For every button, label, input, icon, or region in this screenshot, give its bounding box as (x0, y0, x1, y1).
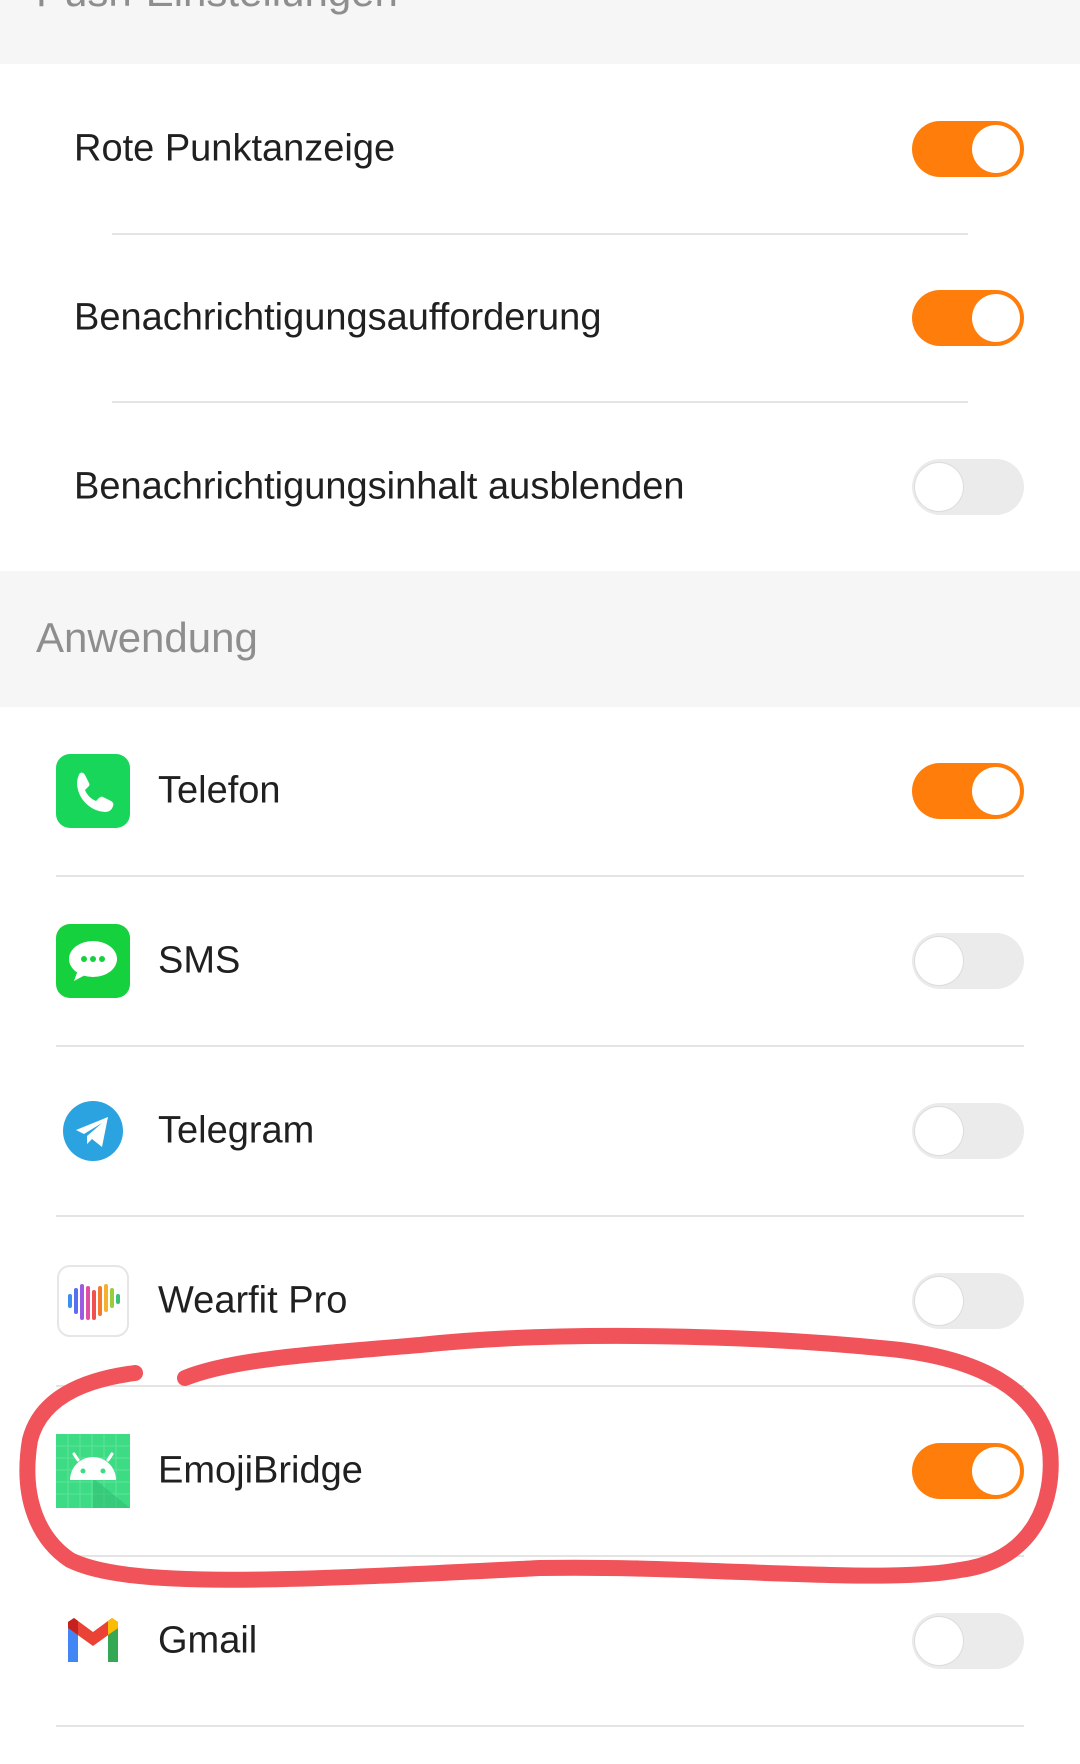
row-divider (56, 1725, 1024, 1727)
toggle-knob (915, 937, 963, 985)
sms-icon (56, 924, 130, 998)
toggle-switch[interactable] (912, 1613, 1024, 1669)
setting-row-hide-content[interactable]: Benachrichtigungsinhalt ausblenden (0, 403, 1080, 571)
app-label: EmojiBridge (158, 1449, 363, 1492)
toggle-knob (972, 294, 1020, 342)
setting-label: Benachrichtigungsinhalt ausblenden (74, 465, 685, 508)
app-section-header: Anwendung (0, 571, 1080, 707)
setting-label: Rote Punktanzeige (74, 127, 396, 169)
toggle-knob (972, 1447, 1020, 1495)
app-label: Telefon (158, 769, 281, 812)
app-label: SMS (158, 939, 241, 982)
setting-row-notification-prompt[interactable]: Benachrichtigungsaufforderung (0, 235, 1080, 401)
app-row-emojibridge[interactable]: EmojiBridge (0, 1387, 1080, 1555)
android-icon (56, 1434, 130, 1508)
app-row-telefon[interactable]: Telefon (0, 707, 1080, 875)
toggle-switch[interactable] (912, 120, 1024, 177)
telegram-icon (56, 1094, 130, 1168)
app-row-telegram[interactable]: Telegram (0, 1047, 1080, 1215)
toggle-knob (972, 124, 1020, 173)
app-row-gmail[interactable]: Gmail (0, 1557, 1080, 1725)
gmail-icon (56, 1604, 130, 1678)
toggle-knob (915, 1277, 963, 1325)
toggle-switch[interactable] (912, 459, 1024, 515)
section-title-push: Push-Einstellungen (36, 0, 398, 16)
app-label: Telegram (158, 1109, 315, 1152)
toggle-switch[interactable] (912, 763, 1024, 819)
phone-icon (56, 754, 130, 828)
push-settings-header: Push-Einstellungen (0, 0, 1080, 64)
app-row-wearfit[interactable]: Wearfit Pro (0, 1217, 1080, 1385)
toggle-switch[interactable] (912, 1273, 1024, 1329)
app-row-sms[interactable]: SMS (0, 877, 1080, 1045)
setting-label: Benachrichtigungsaufforderung (74, 296, 602, 339)
section-title-apps: Anwendung (36, 614, 258, 661)
toggle-switch[interactable] (912, 1103, 1024, 1159)
toggle-switch[interactable] (912, 933, 1024, 989)
toggle-knob (915, 1617, 963, 1665)
toggle-knob (915, 463, 963, 511)
app-label: Gmail (158, 1619, 258, 1662)
toggle-knob (915, 1107, 963, 1155)
setting-row-red-dot[interactable]: Rote Punktanzeige (0, 64, 1080, 233)
toggle-knob (972, 767, 1020, 815)
toggle-switch[interactable] (912, 1443, 1024, 1499)
toggle-switch[interactable] (912, 290, 1024, 346)
app-label: Wearfit Pro (158, 1279, 348, 1322)
wearfit-icon (56, 1264, 130, 1338)
